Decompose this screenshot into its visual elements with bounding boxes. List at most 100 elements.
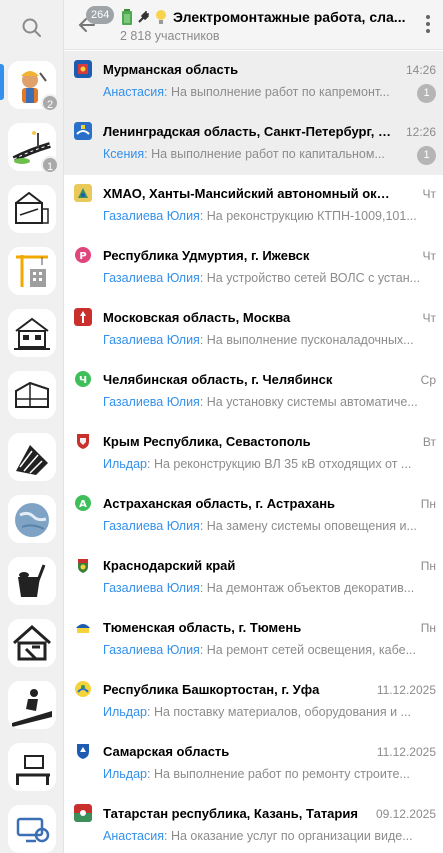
cleaning-bucket-icon <box>8 557 56 605</box>
message-snippet: На установку системы автоматиче... <box>206 395 418 409</box>
chat-title[interactable]: Электромонтажные работа, сла... <box>120 7 408 27</box>
chat-header: 264 Электромонтажные работа, сла... 2 81… <box>64 0 443 50</box>
topic-avatar-roof-worker[interactable] <box>8 681 56 729</box>
solar-house-icon <box>8 309 56 357</box>
chat-preview: Анастасия: На выполнение работ по капрем… <box>103 85 390 99</box>
roof-worker-icon <box>8 681 56 729</box>
chat-time: 14:26 <box>405 63 436 77</box>
udmurtia-letter-icon: Р <box>75 247 91 263</box>
unread-count-badge: 1 <box>417 84 436 103</box>
list-item[interactable]: ХМАО, Ханты-Мансийский автономный округ … <box>64 175 443 237</box>
chat-time: Пн <box>420 621 436 635</box>
chat-name: Самарская область <box>103 744 230 759</box>
construction-crane-icon <box>8 247 56 295</box>
leningrad-emblem-icon <box>74 122 92 140</box>
topic-avatar-roofing[interactable] <box>8 433 56 481</box>
sender-name: Анастасия <box>103 829 164 843</box>
krasnodar-emblem-icon <box>78 559 88 573</box>
murmansk-emblem-icon <box>74 60 92 78</box>
chat-preview: Ильдар: На поставку материалов, оборудов… <box>103 705 411 719</box>
message-snippet: На реконструкцию КТПН-1009,101... <box>206 209 417 223</box>
chat-preview: Газалиева Юлия: На выполнение пусконалад… <box>103 333 414 347</box>
sender-name: Ильдар <box>103 767 147 781</box>
chat-time: 11.12.2025 <box>376 683 436 697</box>
chat-name: Татарстан республика, Казань, Татария <box>103 806 358 821</box>
active-topic-indicator <box>0 64 4 100</box>
topic-avatar-office[interactable] <box>8 743 56 791</box>
topic-avatar-cleaning[interactable] <box>8 557 56 605</box>
chat-name: ХМАО, Ханты-Мансийский автономный округ <box>103 186 395 201</box>
topic-avatar-electrician[interactable]: 2 <box>8 61 59 112</box>
sender-name: Ильдар <box>103 457 147 471</box>
chat-preview: Анастасия: На оказание услуг по организа… <box>103 829 413 843</box>
topic-avatar-globe[interactable] <box>8 495 56 543</box>
chat-name: Челябинская область, г. Челябинск <box>103 372 333 387</box>
chat-time: Чт <box>422 311 437 325</box>
search-icon[interactable] <box>18 14 46 42</box>
chelyabinsk-letter-icon: Ч <box>75 371 91 387</box>
khmao-emblem-icon <box>74 184 92 202</box>
list-item[interactable]: Республика Башкортостан, г. Уфа 11.12.20… <box>64 671 443 733</box>
roofing-worker-icon <box>8 433 56 481</box>
topic-avatar-road[interactable]: 1 <box>8 123 59 174</box>
topic-avatar-crane[interactable] <box>8 247 56 295</box>
more-menu-icon[interactable] <box>425 15 431 35</box>
greenhouse-icon <box>8 371 56 419</box>
chat-name: Крым Республика, Севастополь <box>103 434 311 449</box>
chat-name: Мурманская область <box>103 62 239 77</box>
electric-plug-icon <box>138 11 149 23</box>
list-item[interactable]: Тюменская область, г. Тюмень Пн Газалиев… <box>64 609 443 671</box>
topic-avatar-computer[interactable] <box>8 805 56 853</box>
sender-name: Газалиева Юлия <box>103 209 200 223</box>
list-item[interactable]: Самарская область 11.12.2025 Ильдар: На … <box>64 733 443 795</box>
message-snippet: На поставку материалов, оборудования и .… <box>153 705 411 719</box>
topic-avatar-greenhouse[interactable] <box>8 371 56 419</box>
topic-unread-badge: 1 <box>41 156 59 174</box>
chat-name: Краснодарский край <box>103 558 236 573</box>
chat-time: Чт <box>422 249 437 263</box>
chat-preview: Газалиева Юлия: На устройство сетей ВОЛС… <box>103 271 421 285</box>
sender-name: Газалиева Юлия <box>103 581 200 595</box>
chat-preview: Ксения: На выполнение работ по капитальн… <box>103 147 385 161</box>
topic-avatar-renovation[interactable] <box>8 619 56 667</box>
topic-avatar-solar-house[interactable] <box>8 309 56 357</box>
chat-title-text: Электромонтажные работа, сла... <box>173 9 406 25</box>
sender-name: Анастасия <box>103 85 164 99</box>
chat-name: Тюменская область, г. Тюмень <box>103 620 302 635</box>
chat-time: 11.12.2025 <box>376 745 436 759</box>
list-item[interactable]: Московская область, Москва Чт Газалиева … <box>64 299 443 361</box>
samara-emblem-icon <box>77 744 89 759</box>
topic-avatar-blueprint[interactable] <box>8 185 56 233</box>
office-desk-icon <box>8 743 56 791</box>
chat-name: Республика Удмуртия, г. Ижевск <box>103 248 310 263</box>
chat-time: 09.12.2025 <box>375 807 436 821</box>
list-item[interactable]: Мурманская область 14:26 Анастасия: На в… <box>64 51 443 113</box>
message-snippet: На реконструкцию ВЛ 35 кВ отходящих от .… <box>153 457 412 471</box>
sender-name: Ильдар <box>103 705 147 719</box>
sender-name: Газалиева Юлия <box>103 271 200 285</box>
list-item[interactable]: Краснодарский край Пн Газалиева Юлия: На… <box>64 547 443 609</box>
list-item[interactable]: Крым Республика, Севастополь Вт Ильдар: … <box>64 423 443 485</box>
sender-name: Газалиева Юлия <box>103 333 200 347</box>
chat-preview: Газалиева Юлия: На замену системы оповещ… <box>103 519 417 533</box>
chat-name: Ленинградская область, Санкт-Петербург, … <box>103 124 395 139</box>
message-snippet: На выполнение работ по капремонт... <box>170 85 390 99</box>
chat-time: 12:26 <box>405 125 436 139</box>
topic-unread-badge: 2 <box>41 94 59 112</box>
tyumen-emblem-icon <box>74 618 92 636</box>
list-item[interactable]: Ч Челябинская область, г. Челябинск Ср Г… <box>64 361 443 423</box>
chat-preview: Газалиева Юлия: На установку системы авт… <box>103 395 418 409</box>
house-plan-icon <box>8 185 56 233</box>
list-item[interactable]: Р Республика Удмуртия, г. Ижевск Чт Газа… <box>64 237 443 299</box>
crimea-emblem-icon <box>77 434 89 449</box>
list-item[interactable]: Ленинградская область, Санкт-Петербург, … <box>64 113 443 175</box>
list-item[interactable]: Татарстан республика, Казань, Татария 09… <box>64 795 443 853</box>
sender-name: Ксения <box>103 147 145 161</box>
forum-topics-rail: 2 1 <box>0 0 64 853</box>
message-snippet: На ремонт сетей освещения, кабе... <box>206 643 416 657</box>
message-snippet: На выполнение работ по капитальном... <box>151 147 385 161</box>
message-snippet: На устройство сетей ВОЛС с устан... <box>206 271 421 285</box>
message-snippet: На выполнение работ по ремонту строите..… <box>153 767 410 781</box>
list-item[interactable]: А Астраханская область, г. Астрахань Пн … <box>64 485 443 547</box>
chat-preview: Ильдар: На выполнение работ по ремонту с… <box>103 767 410 781</box>
